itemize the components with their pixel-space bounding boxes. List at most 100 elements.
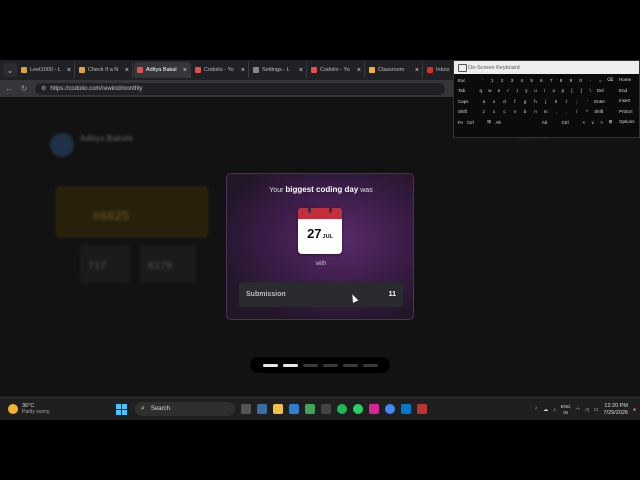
close-icon[interactable]: × — [415, 67, 419, 74]
keyboard-key[interactable]: g — [520, 99, 530, 104]
chrome-icon[interactable] — [385, 404, 395, 414]
close-icon[interactable]: × — [67, 67, 71, 74]
keyboard-key[interactable]: ⊞ — [485, 119, 494, 125]
volume-icon[interactable]: ◁ — [585, 407, 589, 413]
keyboard-key[interactable]: p — [558, 88, 567, 93]
story-pager[interactable] — [250, 357, 390, 373]
tab-search-button[interactable]: ⌄ — [3, 63, 17, 77]
keyboard-key[interactable]: , — [551, 109, 561, 114]
keyboard-key[interactable]: u — [531, 88, 540, 93]
spotify-icon[interactable] — [337, 404, 347, 414]
close-icon[interactable]: × — [241, 67, 245, 74]
keyboard-key[interactable]: j — [541, 99, 551, 104]
keyboard-key[interactable]: a — [479, 99, 489, 104]
keyboard-key[interactable]: 8 — [556, 78, 566, 83]
browser-tab[interactable]: Aditya Bakal × — [134, 62, 191, 78]
task-view-icon[interactable] — [241, 404, 251, 414]
taskbar-search[interactable]: ⌕ Search — [135, 402, 235, 416]
keyboard-key[interactable]: 3 — [507, 78, 517, 83]
keyboard-key[interactable]: Esc — [456, 78, 478, 83]
keyboard-key[interactable]: n — [530, 109, 540, 114]
keyboard-key[interactable]: t — [513, 88, 522, 93]
keyboard-key[interactable]: y — [522, 88, 531, 93]
browser-tab[interactable]: Classroom × — [366, 62, 423, 78]
keyboard-key[interactable]: 2 — [497, 78, 507, 83]
store-icon[interactable] — [289, 404, 299, 414]
keyboard-key[interactable]: Options — [617, 117, 639, 128]
keyboard-key[interactable]: z — [479, 109, 489, 114]
site-info-icon[interactable]: ⚙ — [41, 85, 46, 92]
keyboard-key[interactable]: ] — [577, 88, 586, 93]
notes-icon[interactable] — [417, 404, 427, 414]
keyboard-key[interactable]: Caps — [456, 99, 479, 104]
keyboard-key[interactable]: Shift — [592, 109, 615, 114]
start-icon[interactable] — [116, 403, 127, 415]
wifi-icon[interactable]: ◠ — [576, 407, 580, 413]
pager-dot[interactable] — [322, 363, 338, 367]
keyboard-key[interactable]: k — [551, 99, 561, 104]
keyboard-key[interactable]: 7 — [546, 78, 556, 83]
keyboard-key[interactable]: l — [561, 99, 571, 104]
pager-dot[interactable] — [342, 363, 358, 367]
chevron-up-icon[interactable]: ⌃ — [534, 407, 538, 413]
photos-icon[interactable] — [305, 404, 315, 414]
browser-tab[interactable]: Codolio - Yo × — [308, 62, 365, 78]
close-icon[interactable]: × — [183, 67, 187, 74]
browser-tab[interactable]: Settings - L × — [250, 62, 307, 78]
close-icon[interactable]: × — [299, 67, 303, 74]
cloud-icon[interactable]: ☁ — [543, 407, 548, 413]
keyboard-key[interactable]: x — [489, 109, 499, 114]
keyboard-key[interactable]: e — [494, 88, 503, 93]
keyboard-key[interactable]: Ctrl — [465, 120, 485, 125]
keyboard-key[interactable]: m — [541, 109, 551, 114]
weather-widget[interactable]: 36°C Partly sunny — [8, 403, 98, 415]
keyboard-key[interactable]: / — [572, 109, 582, 114]
keyboard-key[interactable]: Ctrl — [560, 120, 580, 125]
keyboard-key[interactable]: Del — [595, 88, 615, 93]
keyboard-key[interactable]: End — [617, 86, 639, 97]
keyboard-key[interactable]: = — [595, 78, 605, 83]
battery-icon[interactable]: ▭ — [594, 407, 599, 413]
notification-icon[interactable]: ● — [633, 407, 636, 413]
browser-tab[interactable]: Codolio - Yo × — [192, 62, 249, 78]
widgets-icon[interactable] — [257, 404, 267, 414]
language-indicator[interactable]: ENG IN — [561, 404, 571, 416]
on-screen-keyboard[interactable]: On-Screen Keyboard Esc ` 1 2 3 4 5 6 7 8 9 0- = ⌫ Tab q… — [453, 60, 640, 138]
keyboard-key[interactable]: v — [588, 120, 597, 125]
keyboard-key[interactable]: 9 — [566, 78, 576, 83]
mic-icon[interactable]: ♪ — [553, 407, 556, 413]
keyboard-key[interactable]: v — [510, 109, 520, 114]
vscode-icon[interactable] — [401, 404, 411, 414]
keyboard-key[interactable]: ; — [572, 99, 582, 104]
keyboard-key[interactable]: ' — [582, 99, 592, 104]
url-field[interactable]: ⚙ https://codolio.com/rewind/monthly — [35, 82, 445, 95]
keyboard-key[interactable]: Fn — [456, 120, 465, 125]
pager-dot[interactable] — [302, 363, 318, 367]
keyboard-key[interactable]: s — [489, 99, 499, 104]
keyboard-key[interactable]: o — [549, 88, 558, 93]
keyboard-key[interactable]: Enter — [592, 99, 615, 104]
keyboard-key[interactable]: . — [561, 109, 571, 114]
keyboard-key[interactable]: \ — [586, 88, 595, 93]
keyboard-key[interactable]: q — [476, 88, 485, 93]
whatsapp-icon[interactable] — [353, 404, 363, 414]
keyboard-key[interactable]: h — [530, 99, 540, 104]
keyboard-key[interactable]: w — [485, 88, 494, 93]
keyboard-key[interactable]: Insert — [617, 96, 639, 107]
keyboard-key[interactable]: 5 — [527, 78, 537, 83]
pager-dot[interactable] — [262, 363, 278, 367]
keyboard-key[interactable]: ⊞ — [606, 119, 615, 125]
keyboard-key[interactable]: r — [504, 88, 513, 93]
pager-dot[interactable] — [282, 363, 298, 367]
pager-dot[interactable] — [362, 363, 378, 367]
instagram-icon[interactable] — [369, 404, 379, 414]
reload-icon[interactable]: ↻ — [18, 84, 30, 93]
keyboard-key[interactable]: < — [579, 120, 588, 125]
keyboard-key[interactable]: [ — [567, 88, 576, 93]
keyboard-key[interactable]: ` — [478, 78, 488, 83]
keyboard-key[interactable]: Shift — [456, 109, 479, 114]
clock[interactable]: 12:20 PM 7/29/2026 — [604, 403, 628, 417]
keyboard-key[interactable]: i — [540, 88, 549, 93]
keyboard-key[interactable]: ^ — [582, 109, 592, 114]
close-icon[interactable]: × — [357, 67, 361, 74]
